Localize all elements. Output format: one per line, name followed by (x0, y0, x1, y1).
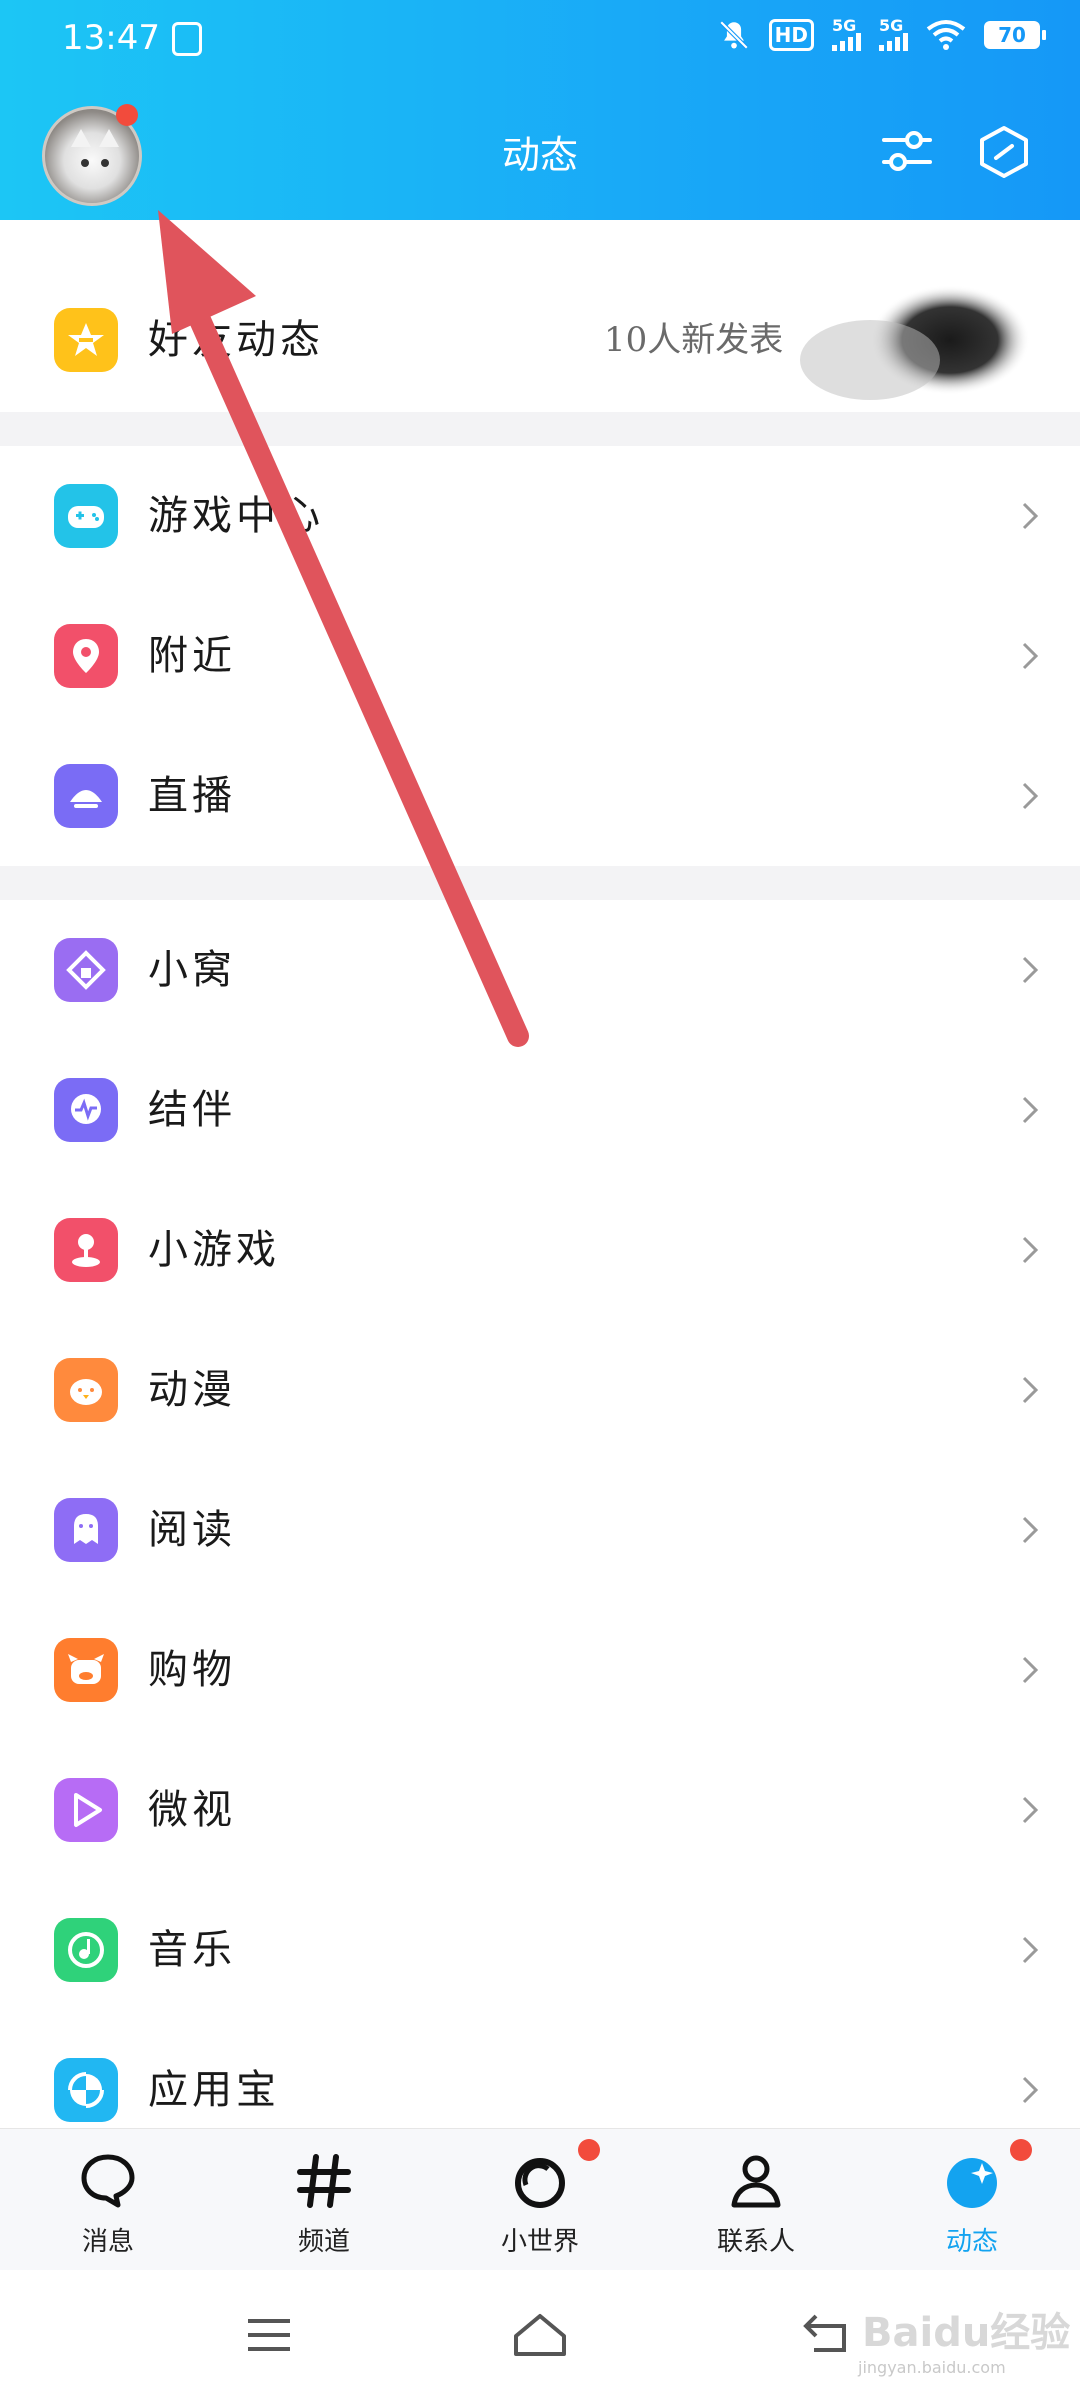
avatar-notification-dot (116, 104, 138, 126)
status-time: 13:47 (62, 18, 160, 58)
menu-item-label: 游戏中心 (148, 493, 324, 539)
friends-feed-meta: 10人新发表 (604, 320, 784, 360)
menu-item-shopping[interactable]: 购物 (0, 1600, 1080, 1740)
home-diamond-icon (54, 938, 118, 1002)
chevron-right-icon (1022, 2076, 1039, 2104)
chevron-right-icon (1022, 642, 1039, 670)
tab-badge (1010, 2139, 1032, 2161)
home-icon[interactable] (510, 2310, 570, 2360)
qzone-hexagon-icon[interactable] (976, 124, 1032, 180)
signal-bars-icon (832, 33, 861, 51)
menu-item-mini-games[interactable]: 小游戏 (0, 1180, 1080, 1320)
cartoon-face-icon (54, 1358, 118, 1422)
menu-item-label: 附近 (148, 633, 236, 679)
chevron-right-icon (1022, 956, 1039, 984)
menu-item-label: 音乐 (148, 1927, 236, 1973)
tab-dynamic[interactable]: 动态 (892, 2129, 1052, 2271)
status-icons: HD 5G 5G 70 (717, 16, 1046, 52)
menu-item-jieban[interactable]: 结伴 (0, 1040, 1080, 1180)
chevron-right-icon (1022, 1376, 1039, 1404)
menu-item-anime[interactable]: 动漫 (0, 1320, 1080, 1460)
status-bar: 13:47 HD 5G 5G 70 (0, 0, 1080, 80)
menu-item-nearby[interactable]: 附近 (0, 586, 1080, 726)
services-section-2: 小窝 结伴 小游戏 动漫 阅读 购物 微视 音乐 应用宝 (0, 900, 1080, 2128)
menu-item-label: 小窝 (148, 947, 236, 993)
tab-label: 联系人 (716, 2227, 795, 2257)
menu-item-music[interactable]: 音乐 (0, 1880, 1080, 2020)
chat-wave-icon (54, 1078, 118, 1142)
bottom-tab-bar: 消息 频道 小世界 联系人 动态 (0, 2128, 1080, 2271)
play-icon (54, 1778, 118, 1842)
chevron-right-icon (1022, 502, 1039, 530)
back-icon[interactable] (800, 2310, 854, 2358)
world-icon (515, 2158, 565, 2208)
location-pin-icon (54, 624, 118, 688)
header-bar: 13:47 HD 5G 5G 70 动态 (0, 0, 1080, 220)
contacts-icon (731, 2155, 781, 2208)
menu-item-app-store[interactable]: 应用宝 (0, 2020, 1080, 2128)
chevron-right-icon (1022, 782, 1039, 810)
menu-item-live[interactable]: 直播 (0, 726, 1080, 866)
section-divider (0, 866, 1080, 900)
menu-item-game-center[interactable]: 游戏中心 (0, 446, 1080, 586)
signal-1-label: 5G (832, 16, 857, 35)
signal-2-label: 5G (879, 16, 904, 35)
watermark-url: jingyan.baidu.com (858, 2358, 1006, 2377)
chevron-right-icon (1022, 1796, 1039, 1824)
tab-contacts[interactable]: 联系人 (676, 2129, 836, 2271)
menu-item-reading[interactable]: 阅读 (0, 1460, 1080, 1600)
tab-label: 小世界 (500, 2227, 579, 2257)
menu-item-label: 动漫 (148, 1367, 236, 1413)
tab-messages[interactable]: 消息 (28, 2129, 188, 2271)
chevron-right-icon (1022, 1236, 1039, 1264)
signal-2: 5G (879, 16, 908, 51)
menu-item-label: 阅读 (148, 1507, 236, 1553)
tab-label: 频道 (297, 2227, 350, 2257)
live-icon (54, 764, 118, 828)
chevron-right-icon (1022, 1936, 1039, 1964)
menu-item-label: 直播 (148, 773, 236, 819)
hashtag-icon (297, 2154, 351, 2208)
gamepad-icon (54, 484, 118, 548)
menu-item-label: 应用宝 (148, 2067, 280, 2113)
menu-item-label: 结伴 (148, 1087, 236, 1133)
section-divider (0, 412, 1080, 446)
signal-1: 5G (832, 16, 861, 51)
chevron-right-icon (1022, 1516, 1039, 1544)
menu-item-label: 微视 (148, 1787, 236, 1833)
chevron-right-icon (1022, 1656, 1039, 1684)
friends-feed-label: 好友动态 (148, 317, 324, 363)
dynamic-icon (947, 2158, 997, 2208)
star-icon (54, 308, 118, 372)
message-icon (81, 2154, 135, 2208)
wifi-icon (926, 20, 966, 50)
shopping-icon (54, 1638, 118, 1702)
menu-item-weishi[interactable]: 微视 (0, 1740, 1080, 1880)
tab-channels[interactable]: 频道 (244, 2129, 404, 2271)
menu-item-xiaowo[interactable]: 小窝 (0, 900, 1080, 1040)
tab-small-world[interactable]: 小世界 (460, 2129, 620, 2271)
menu-icon[interactable] (246, 2316, 292, 2354)
mute-bell-icon (719, 20, 748, 50)
sim-icon (172, 22, 202, 56)
battery-indicator: 70 (984, 21, 1046, 49)
menu-item-label: 小游戏 (148, 1227, 280, 1273)
chevron-right-icon (1022, 1096, 1039, 1124)
services-section-1: 游戏中心 附近 直播 (0, 446, 1080, 866)
tab-label: 动态 (945, 2227, 998, 2257)
joystick-icon (54, 1218, 118, 1282)
hd-badge: HD (768, 19, 814, 51)
app-store-icon (54, 2058, 118, 2122)
tab-label: 消息 (81, 2227, 134, 2257)
watermark-brand: Baidu经验 (862, 2310, 1071, 2356)
signal-bars-icon (879, 33, 908, 51)
reading-icon (54, 1498, 118, 1562)
tab-badge (578, 2139, 600, 2161)
music-icon (54, 1918, 118, 1982)
settings-sliders-icon[interactable] (880, 124, 934, 178)
menu-item-label: 购物 (148, 1647, 236, 1693)
